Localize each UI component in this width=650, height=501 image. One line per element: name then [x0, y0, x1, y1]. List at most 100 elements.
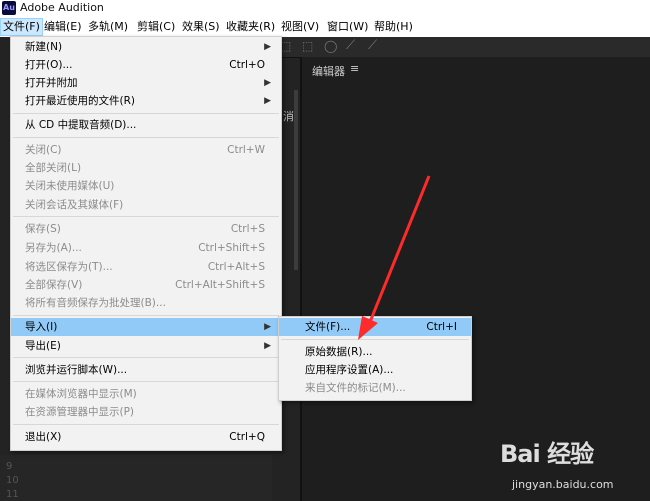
menu-item-label: 保存(S) [25, 223, 61, 235]
menu-item-label: 关闭未使用媒体(U) [25, 180, 115, 192]
menu-extract-cd[interactable]: 从 CD 中提取音频(D)... [11, 116, 281, 134]
menu-item-label: 将选区保存为(T)... [25, 261, 113, 273]
menu-item-shortcut: Ctrl+W [227, 144, 265, 156]
menu-item-label: 将所有音频保存为批处理(B)... [25, 297, 166, 309]
menu-item-shortcut: Ctrl+Q [229, 431, 265, 443]
menu-item-shortcut: Ctrl+O [229, 59, 265, 71]
row-number: 9 [6, 461, 13, 472]
menu-item-shortcut: Ctrl+Shift+S [198, 242, 265, 254]
menu-item-label: 打开最近使用的文件(R) [25, 95, 135, 107]
menu-separator [13, 315, 279, 316]
menu-save[interactable]: 保存(S) Ctrl+S [11, 220, 281, 238]
audition-app-icon: Au [2, 1, 16, 15]
row-number: 11 [6, 489, 19, 500]
submenu-arrow-icon: ▶ [264, 42, 271, 52]
menu-edit[interactable]: 编辑(E) [42, 19, 84, 35]
track-row-numbers: 9 10 11 [0, 455, 272, 501]
menu-multitrack[interactable]: 多轨(M) [86, 19, 130, 35]
menu-separator [13, 357, 279, 358]
baidu-watermark: Bai 经验 jingyan.baidu.com [500, 432, 650, 501]
panel-column-fragment: 消 [283, 110, 294, 123]
menu-item-label: 打开(O)... [25, 59, 73, 71]
menu-separator [13, 113, 279, 114]
menu-item-label: 退出(X) [25, 431, 62, 443]
submenu-arrow-icon: ▶ [264, 341, 271, 351]
menu-item-label: 关闭(C) [25, 144, 62, 156]
menu-effects[interactable]: 效果(S) [180, 19, 222, 35]
row-number: 10 [6, 475, 19, 486]
submenu-arrow-icon: ▶ [264, 78, 271, 88]
menu-separator [13, 381, 279, 382]
import-submenu: 文件(F)... Ctrl+I 原始数据(R)... 应用程序设置(A)... 来… [278, 316, 472, 401]
menu-item-label: 另存为(A)... [25, 242, 82, 254]
menu-import[interactable]: 导入(I) ▶ [11, 318, 281, 336]
menu-window[interactable]: 窗口(W) [325, 19, 370, 35]
menu-item-label: 全部关闭(L) [25, 162, 82, 174]
menu-bar: 文件(F) 编辑(E) 多轨(M) 剪辑(C) 效果(S) 收藏夹(R) 视图(… [0, 17, 650, 37]
menu-separator [281, 339, 469, 340]
menu-item-label: 在媒体浏览器中显示(M) [25, 388, 137, 400]
watermark-logo-text: Bai 经验 [500, 440, 594, 468]
menu-separator [13, 424, 279, 425]
panel-edge [294, 90, 298, 270]
menu-item-shortcut: Ctrl+I [426, 321, 457, 333]
menu-close-session[interactable]: 关闭会话及其媒体(F) [11, 196, 281, 214]
menu-save-selection[interactable]: 将选区保存为(T)... Ctrl+Alt+S [11, 258, 281, 276]
lasso-tool-icon[interactable]: ◯ [324, 39, 337, 53]
menu-item-label: 来自文件的标记(M)... [305, 382, 406, 394]
import-app-settings[interactable]: 应用程序设置(A)... [279, 361, 471, 379]
menu-favorites[interactable]: 收藏夹(R) [224, 19, 277, 35]
tools-toolbar: ⬚ ⬚ ◯ ⟋ ⟋ [280, 37, 650, 58]
file-dropdown-menu: 新建(N) ▶ 打开(O)... Ctrl+O 打开并附加 ▶ 打开最近使用的文件(R… [10, 36, 282, 451]
menu-save-all[interactable]: 全部保存(V) Ctrl+Alt+Shift+S [11, 276, 281, 294]
menu-run-script[interactable]: 浏览并运行脚本(W)... [11, 361, 281, 379]
menu-separator [13, 216, 279, 217]
menu-file[interactable]: 文件(F) [0, 18, 43, 36]
menu-item-label: 新建(N) [25, 41, 63, 53]
menu-clip[interactable]: 剪辑(C) [135, 19, 177, 35]
menu-item-shortcut: Ctrl+Alt+S [207, 261, 265, 273]
import-file[interactable]: 文件(F)... Ctrl+I [279, 318, 471, 336]
menu-close[interactable]: 关闭(C) Ctrl+W [11, 141, 281, 159]
window-title: Adobe Audition [20, 1, 104, 14]
submenu-arrow-icon: ▶ [264, 322, 271, 332]
brush-tool-icon[interactable]: ⟋ [346, 38, 355, 53]
menu-close-all[interactable]: 全部关闭(L) [11, 159, 281, 177]
menu-exit[interactable]: 退出(X) Ctrl+Q [11, 428, 281, 446]
menu-item-label: 全部保存(V) [25, 279, 83, 291]
menu-save-as[interactable]: 另存为(A)... Ctrl+Shift+S [11, 239, 281, 257]
menu-close-unused[interactable]: 关闭未使用媒体(U) [11, 177, 281, 195]
title-bar: Au Adobe Audition [0, 0, 650, 17]
import-markers-from-file[interactable]: 来自文件的标记(M)... [279, 379, 471, 397]
rect-select-icon[interactable]: ⬚ [302, 39, 313, 53]
menu-item-label: 原始数据(R)... [305, 346, 373, 358]
menu-item-label: 关闭会话及其媒体(F) [25, 199, 124, 211]
menu-open-recent[interactable]: 打开最近使用的文件(R) ▶ [11, 92, 281, 110]
menu-new[interactable]: 新建(N) ▶ [11, 38, 281, 56]
menu-item-shortcut: Ctrl+Alt+Shift+S [175, 279, 265, 291]
menu-item-label: 文件(F)... [305, 321, 351, 333]
menu-item-label: 在资源管理器中显示(P) [25, 406, 135, 418]
menu-item-label: 导入(I) [25, 321, 58, 333]
menu-view[interactable]: 视图(V) [279, 19, 321, 35]
menu-open[interactable]: 打开(O)... Ctrl+O [11, 56, 281, 74]
menu-help[interactable]: 帮助(H) [372, 19, 415, 35]
import-raw-data[interactable]: 原始数据(R)... [279, 343, 471, 361]
editor-tab-label[interactable]: 编辑器 [312, 63, 345, 79]
panel-menu-icon[interactable]: ≡ [350, 62, 359, 75]
menu-separator [13, 137, 279, 138]
menu-item-label: 导出(E) [25, 340, 61, 352]
watermark-url: jingyan.baidu.com [512, 478, 614, 491]
menu-item-label: 打开并附加 [25, 77, 78, 89]
menu-item-shortcut: Ctrl+S [230, 223, 265, 235]
menu-item-label: 浏览并运行脚本(W)... [25, 364, 128, 376]
spot-healing-icon[interactable]: ⟋ [368, 38, 377, 53]
menu-item-label: 应用程序设置(A)... [305, 364, 394, 376]
menu-reveal-explorer[interactable]: 在资源管理器中显示(P) [11, 403, 281, 421]
menu-reveal-media-browser[interactable]: 在媒体浏览器中显示(M) [11, 385, 281, 403]
menu-item-label: 从 CD 中提取音频(D)... [25, 119, 137, 131]
submenu-arrow-icon: ▶ [264, 96, 271, 106]
menu-export[interactable]: 导出(E) ▶ [11, 337, 281, 355]
menu-open-append[interactable]: 打开并附加 ▶ [11, 74, 281, 92]
menu-batch-save[interactable]: 将所有音频保存为批处理(B)... [11, 294, 281, 312]
